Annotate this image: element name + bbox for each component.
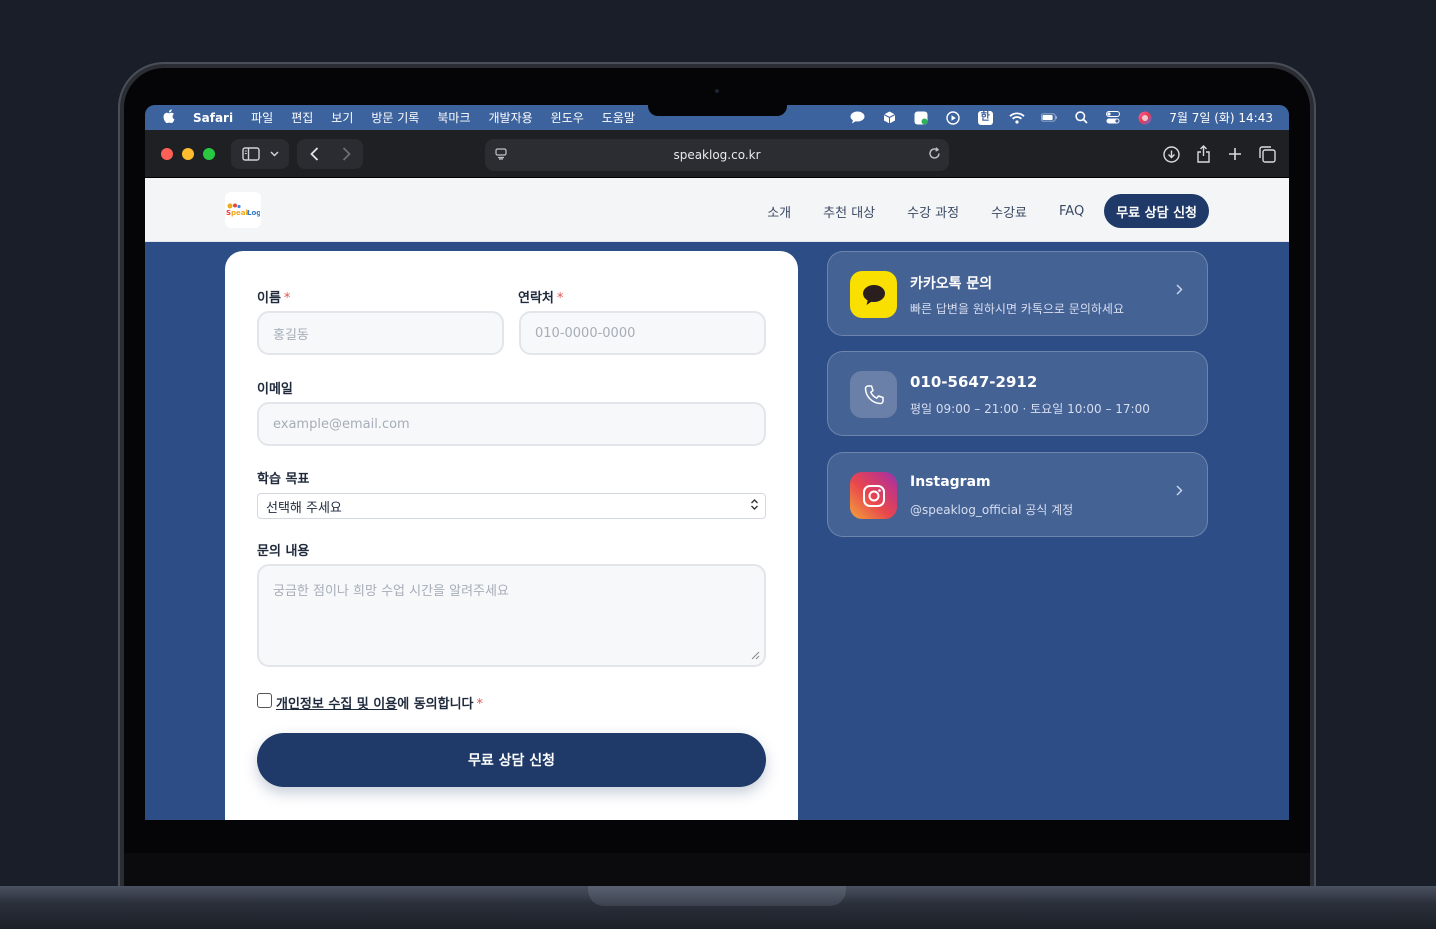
input-source-label: 한 bbox=[977, 110, 993, 125]
menu-view[interactable]: 보기 bbox=[331, 109, 353, 126]
share-icon[interactable] bbox=[1187, 145, 1219, 163]
menu-file[interactable]: 파일 bbox=[251, 109, 273, 126]
message-field[interactable]: 궁금한 점이나 희망 수업 시간을 알려주세요 bbox=[257, 564, 766, 667]
nav-courses[interactable]: 수강 과정 bbox=[907, 202, 959, 221]
menu-bookmarks[interactable]: 북마크 bbox=[437, 109, 470, 126]
screen: Safari 파일 편집 보기 방문 기록 북마크 개발자용 윈도우 도움말 한 bbox=[145, 105, 1289, 820]
chevron-right-icon bbox=[1176, 283, 1183, 299]
siri-icon[interactable] bbox=[1137, 111, 1153, 125]
control-center-icon[interactable] bbox=[1105, 111, 1121, 125]
email-placeholder: example@email.com bbox=[273, 416, 410, 432]
play-icon[interactable] bbox=[945, 110, 961, 125]
page-menu-icon[interactable] bbox=[495, 147, 507, 163]
consultation-form: 이름 * 홍길동 연락처 * 010-0000-0000 이메일 example@e… bbox=[225, 251, 798, 820]
instagram-title: Instagram bbox=[910, 474, 991, 490]
menu-develop[interactable]: 개발자용 bbox=[488, 109, 532, 126]
kakao-contact-card[interactable]: 카카오톡 문의 빠른 답변을 원하시면 카톡으로 문의하세요 bbox=[827, 251, 1208, 336]
name-label: 이름 * bbox=[257, 287, 290, 306]
nav-about[interactable]: 소개 bbox=[767, 202, 791, 221]
phone-label: 연락처 * bbox=[518, 287, 563, 306]
required-mark: * bbox=[283, 291, 291, 306]
box-icon[interactable] bbox=[881, 111, 897, 125]
phone-label-text: 연락처 bbox=[518, 291, 554, 306]
browser-toolbar: speaklog.co.kr bbox=[145, 130, 1289, 178]
site-logo[interactable]: S peak Log bbox=[225, 192, 261, 228]
consent-label: 개인정보 수집 및 이용에 동의합니다 * bbox=[276, 693, 483, 712]
email-field[interactable]: example@email.com bbox=[257, 402, 766, 446]
laptop-base-notch bbox=[588, 886, 846, 906]
back-icon[interactable] bbox=[298, 147, 330, 161]
name-placeholder: 홍길동 bbox=[273, 327, 309, 343]
phone-placeholder: 010-0000-0000 bbox=[535, 325, 636, 341]
url-text: speaklog.co.kr bbox=[673, 148, 761, 162]
phone-icon bbox=[850, 371, 897, 418]
speaklog-logo-icon: S peak Log bbox=[226, 203, 260, 217]
download-icon[interactable] bbox=[1155, 145, 1187, 163]
chat-icon[interactable] bbox=[849, 111, 865, 125]
site-header: S peak Log 소개 추천 대상 수강 과정 수강료 FAQ 무료 상담 … bbox=[145, 178, 1289, 242]
tab-overview-icon[interactable] bbox=[1251, 145, 1283, 163]
nav-free-consult-button[interactable]: 무료 상담 신청 bbox=[1104, 194, 1209, 228]
minimize-window-button[interactable] bbox=[182, 148, 194, 160]
required-mark: * bbox=[556, 291, 564, 306]
nav-recommended[interactable]: 추천 대상 bbox=[823, 202, 875, 221]
menubar-clock[interactable]: 7월 7일 (화) 14:43 bbox=[1169, 109, 1273, 126]
camera-notch bbox=[648, 103, 787, 116]
message-placeholder: 궁금한 점이나 희망 수업 시간을 알려주세요 bbox=[273, 584, 509, 599]
phone-number: 010-5647-2912 bbox=[910, 373, 1038, 391]
close-window-button[interactable] bbox=[161, 148, 173, 160]
camera-icon bbox=[715, 89, 719, 93]
menu-help[interactable]: 도움말 bbox=[602, 109, 635, 126]
nav-pricing[interactable]: 수강료 bbox=[991, 202, 1027, 221]
chevron-down-icon bbox=[269, 151, 279, 157]
select-chevron-icon bbox=[750, 498, 759, 514]
menu-window[interactable]: 윈도우 bbox=[551, 109, 584, 126]
sidebar-icon bbox=[241, 147, 260, 161]
message-label: 문의 내용 bbox=[257, 544, 310, 559]
battery-icon[interactable] bbox=[1041, 111, 1058, 125]
menu-edit[interactable]: 편집 bbox=[291, 109, 313, 126]
email-label: 이메일 bbox=[257, 382, 293, 397]
menu-safari[interactable]: Safari bbox=[193, 111, 233, 125]
main-nav: 소개 추천 대상 수강 과정 수강료 FAQ 무료 상담 신청 bbox=[735, 194, 1209, 228]
input-source-icon[interactable]: 한 bbox=[977, 110, 993, 125]
phone-field[interactable]: 010-0000-0000 bbox=[519, 311, 766, 355]
address-bar[interactable]: speaklog.co.kr bbox=[485, 139, 949, 171]
wifi-icon[interactable] bbox=[1009, 111, 1025, 125]
menu-history[interactable]: 방문 기록 bbox=[371, 109, 419, 126]
instagram-icon bbox=[850, 472, 897, 519]
submit-button[interactable]: 무료 상담 신청 bbox=[257, 733, 766, 787]
forward-icon[interactable] bbox=[330, 147, 362, 161]
toolbar-actions bbox=[1155, 130, 1283, 178]
nav-faq[interactable]: FAQ bbox=[1059, 204, 1084, 219]
instagram-contact-card[interactable]: Instagram @speaklog_official 공식 계정 bbox=[827, 452, 1208, 537]
goal-select[interactable]: 선택해 주세요 bbox=[257, 493, 766, 519]
zoom-window-button[interactable] bbox=[203, 148, 215, 160]
privacy-policy-link[interactable]: 개인정보 수집 및 이용 bbox=[276, 697, 397, 712]
required-mark: * bbox=[476, 697, 484, 712]
resize-grip-icon[interactable] bbox=[751, 651, 760, 663]
spotlight-icon[interactable] bbox=[1073, 111, 1089, 125]
apple-icon[interactable] bbox=[163, 108, 177, 127]
consent-checkbox[interactable] bbox=[257, 693, 272, 708]
history-nav bbox=[297, 139, 363, 169]
phone-hours: 평일 09:00 – 21:00 · 토요일 10:00 – 17:00 bbox=[910, 402, 1150, 416]
kakao-subtitle: 빠른 답변을 원하시면 카톡으로 문의하세요 bbox=[910, 302, 1124, 316]
kakao-title: 카카오톡 문의 bbox=[910, 276, 993, 292]
name-label-text: 이름 bbox=[257, 291, 281, 306]
goal-label: 학습 목표 bbox=[257, 472, 310, 487]
reload-icon[interactable] bbox=[928, 146, 941, 164]
name-field[interactable]: 홍길동 bbox=[257, 311, 504, 355]
svg-text:Log: Log bbox=[247, 209, 260, 217]
new-tab-icon[interactable] bbox=[1219, 147, 1251, 161]
app-icon[interactable] bbox=[913, 111, 929, 125]
kakao-icon bbox=[850, 271, 897, 318]
sidebar-toggle-button[interactable] bbox=[231, 139, 289, 169]
phone-contact-card[interactable]: 010-5647-2912 평일 09:00 – 21:00 · 토요일 10:… bbox=[827, 351, 1208, 436]
chevron-right-icon bbox=[1176, 484, 1183, 500]
laptop-chin bbox=[124, 853, 1310, 888]
goal-select-value: 선택해 주세요 bbox=[266, 500, 342, 516]
consent-text: 에 동의합니다 bbox=[397, 697, 474, 712]
instagram-handle: @speaklog_official 공식 계정 bbox=[910, 503, 1074, 517]
